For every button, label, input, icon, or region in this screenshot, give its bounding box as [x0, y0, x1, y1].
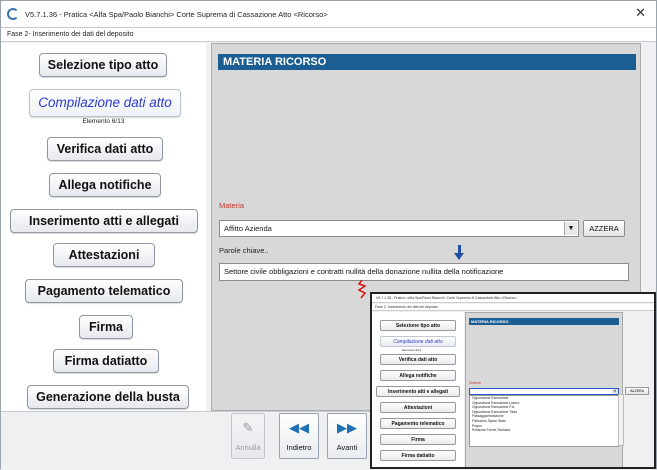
window-title: V5.7.1.36 - Pratica <Alfa Spa/Paolo Bian…: [25, 9, 328, 19]
inset-section-header: MATERIA RICORSO: [469, 318, 619, 325]
materia-select[interactable]: Affitto Azienda ▼: [219, 220, 579, 237]
inset-sidebar-item: Inserimento atti e allegati: [376, 386, 460, 397]
step-indicator: Fase 2- Inserimento dei dati del deposit…: [1, 28, 656, 42]
azzera-button[interactable]: AZZERA: [583, 220, 625, 237]
sidebar-item-inserimento-atti-allegati[interactable]: Inserimento atti e allegati: [10, 209, 198, 233]
close-icon[interactable]: ✕: [635, 6, 646, 20]
inset-azzera-button: AZZERA: [625, 387, 649, 395]
sidebar-item-firma[interactable]: Firma: [79, 315, 133, 339]
sidebar-item-firma-datiatto[interactable]: Firma datiatto: [53, 349, 159, 373]
title-bar: V5.7.1.36 - Pratica <Alfa Spa/Paolo Bian…: [1, 1, 656, 28]
parole-chiave-label: Parole chiave..: [219, 246, 269, 255]
inset-sidebar-item: Firma datiatto: [380, 450, 456, 461]
callout-squiggle-icon: [357, 279, 367, 299]
indietro-button[interactable]: ◀◀ Indietro: [279, 413, 319, 459]
inset-option: Pensione Forme Giuridica: [472, 428, 511, 433]
annulla-button[interactable]: ✎ Annulla: [231, 413, 265, 459]
inset-window-title: V5.7.1.36 - Pratica <Alfa Spa/Paolo Bian…: [372, 294, 654, 303]
sidebar-item-pagamento-telematico[interactable]: Pagamento telematico: [25, 279, 183, 303]
sidebar-item-allega-notifiche[interactable]: Allega notifiche: [49, 173, 161, 197]
parole-chiave-input[interactable]: Settore civile obbligazioni e contratti …: [219, 263, 629, 281]
inset-step-indicator: Fase 2- Inserimento dei dati del deposit…: [372, 304, 654, 311]
fast-forward-icon: ▶▶: [337, 420, 357, 435]
materia-label: Materia: [219, 201, 245, 210]
sidebar: Selezione tipo atto Compilazione dati at…: [1, 43, 206, 411]
inset-main-panel: MATERIA RICORSO Materia ▼ Opposizione Es…: [465, 312, 623, 467]
pencil-icon: ✎: [242, 420, 254, 435]
inset-progress-text: Elemento 6/13: [402, 348, 422, 352]
avanti-label: Avanti: [336, 443, 358, 452]
inset-sidebar-item: Selezione tipo atto: [380, 320, 456, 331]
inset-materia-label: Materia: [469, 381, 481, 385]
indietro-label: Indietro: [286, 443, 312, 452]
sidebar-item-selezione-tipo-atto[interactable]: Selezione tipo atto: [39, 53, 167, 77]
dropdown-arrow-icon[interactable]: ▼: [564, 222, 577, 235]
rewind-icon: ◀◀: [289, 420, 309, 435]
materia-selected-value: Affitto Azienda: [224, 224, 272, 233]
avanti-button[interactable]: ▶▶ Avanti: [327, 413, 367, 459]
inset-sidebar: Selezione tipo atto Compilazione dati at…: [372, 312, 464, 467]
sidebar-item-generazione-busta[interactable]: Generazione della busta: [27, 385, 189, 409]
annulla-label: Annulla: [235, 443, 261, 452]
inset-sidebar-item-active: Compilazione dati atto: [380, 336, 456, 347]
sidebar-progress-text: Elemento 6/13: [82, 118, 125, 125]
section-header: MATERIA RICORSO: [218, 54, 636, 70]
inset-dropdown-list: Opposizione Esecuzione Opposizione Esecu…: [469, 395, 619, 447]
sidebar-item-verifica-dati-atto[interactable]: Verifica dati atto: [47, 137, 163, 161]
inset-sidebar-item: Verifica dati atto: [380, 354, 456, 365]
inset-sidebar-item: Pagamento telematico: [380, 418, 456, 429]
inset-sidebar-item: Firma: [380, 434, 456, 445]
app-logo-icon: [7, 8, 19, 20]
zoomed-inset-screenshot: V5.7.1.36 - Pratica <Alfa Spa/Paolo Bian…: [370, 292, 656, 469]
inset-materia-select: ▼: [469, 388, 619, 395]
sidebar-item-attestazioni[interactable]: Attestazioni: [53, 243, 155, 267]
inset-sidebar-item: Attestazioni: [380, 402, 456, 413]
sidebar-item-compilazione-dati-atto[interactable]: Compilazione dati atto: [29, 89, 181, 117]
inset-scrollbar: [618, 394, 624, 446]
inset-sidebar-item: Allega notifiche: [380, 370, 456, 381]
